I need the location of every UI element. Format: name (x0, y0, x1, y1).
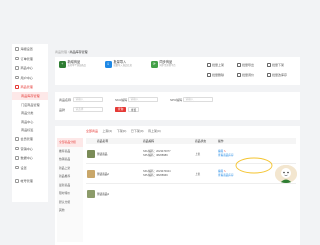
batch-stock-button[interactable]: 批量改库存 (267, 73, 287, 77)
goods-image (87, 190, 95, 198)
table-row: 测试商品3 (86, 184, 296, 204)
sidebar-item[interactable]: 营销中心 (12, 144, 48, 154)
sidebar-item[interactable]: 设置 (12, 163, 48, 173)
sync-goods-tool[interactable]: ⟳ 同步商品 同步至其他平台 (151, 60, 176, 68)
sidebar-item[interactable]: 会员管理 (12, 134, 48, 144)
sidebar-subitem[interactable]: 商品分类 (12, 109, 48, 118)
batch-off-shelf-button[interactable]: 批量下架 (267, 63, 284, 67)
marketing-icon (15, 146, 19, 150)
view-stock-link[interactable]: 查看商品库存 (218, 174, 234, 178)
sidebar-item[interactable]: 海报设置 (12, 44, 48, 54)
query-button[interactable]: 查询 (115, 107, 126, 112)
group-item[interactable]: 新品上架 (57, 164, 83, 173)
goods-manage-icon (15, 85, 19, 89)
settings-icon (15, 165, 19, 169)
pen-icon[interactable]: ✎ (224, 150, 226, 153)
sku-code-input[interactable]: 请输入 (128, 97, 158, 102)
batch-on-shelf-button[interactable]: 批量上架 (207, 63, 224, 67)
group-item[interactable]: 最新商品 (57, 181, 83, 190)
add-goods-tool[interactable]: + 新增商品 支持单个添加商品 (59, 60, 86, 68)
tab-off-shelf[interactable]: 下架(0) (117, 129, 127, 133)
plus-icon: + (59, 61, 66, 68)
tab-removed[interactable]: 已下架(0) (131, 129, 144, 133)
avatar-image (275, 165, 297, 183)
spu-code-input[interactable]: 请输入 (183, 97, 213, 102)
group-item[interactable]: 其他 (57, 206, 83, 215)
sidebar-item[interactable]: 帐号管理 (12, 176, 48, 186)
group-list: 全部商品分组 推荐商品 热销商品 新品上架 新品推荐 最新商品 限时特价 默认分… (57, 138, 83, 242)
off-shelf-icon (267, 63, 271, 67)
group-item[interactable]: 推荐商品 (57, 147, 83, 156)
import-icon: ⇩ (105, 61, 112, 68)
goods-list-card: 全部商品 上架(2) 下架(0) 已下架(0) 待上架(0) 全部商品分组 推荐… (55, 126, 300, 245)
edit-link[interactable]: 编辑 (218, 150, 223, 153)
main-content: 商品管理 / 商品库存管理 + 新增商品 支持单个添加商品 ⇩ 批量导入 批量导入商… (55, 44, 300, 245)
sidebar-item[interactable]: 数据中心 (12, 153, 48, 163)
order-icon (15, 56, 19, 60)
brand-select[interactable]: 请选择 (73, 107, 103, 112)
data-icon (15, 156, 19, 160)
goods-image (87, 149, 95, 158)
view-stock-link[interactable]: 查看商品库存 (218, 154, 234, 158)
group-item[interactable]: 新品推荐 (57, 172, 83, 181)
sidebar: 海报设置 订单管理 商品中心 用户中心 商品管理 商品库存管理 门店商品管理 商… (12, 44, 48, 202)
batch-export-button[interactable]: 批量导出 (237, 63, 254, 67)
sidebar-item[interactable]: 商品中心 (12, 63, 48, 73)
batch-price-button[interactable]: 批量调价 (237, 73, 254, 77)
stock-icon (267, 73, 271, 77)
member-icon (15, 137, 19, 141)
breadcrumb: 商品管理 / 商品库存管理 (55, 50, 88, 54)
user-icon (15, 75, 19, 79)
goods-image (87, 169, 95, 178)
tab-on-shelf[interactable]: 上架(2) (103, 129, 113, 133)
pen-icon[interactable]: ✎ (224, 170, 226, 173)
batch-delete-button[interactable]: 批量删除 (207, 73, 224, 77)
sidebar-subitem-stock[interactable]: 商品库存管理 (12, 91, 48, 100)
delete-icon (207, 73, 211, 77)
group-item[interactable]: 限时特价 (57, 189, 83, 198)
goods-icon (15, 66, 19, 70)
sidebar-item-goods-manage[interactable]: 商品管理 (12, 82, 48, 92)
sidebar-item[interactable]: 用户中心 (12, 73, 48, 83)
tab-all[interactable]: 全部商品 (86, 129, 98, 133)
sync-icon: ⟳ (151, 61, 158, 68)
shelf-icon (207, 63, 211, 67)
sidebar-subitem[interactable]: 商品标签 (12, 126, 48, 135)
goods-name-input[interactable]: 请输入 (73, 97, 103, 102)
menu-icon (15, 47, 19, 51)
tab-pending[interactable]: 待上架(0) (148, 129, 161, 133)
group-item[interactable]: 热销商品 (57, 155, 83, 164)
highlight-ellipse (235, 157, 273, 174)
group-item[interactable]: 全部商品分组 (57, 138, 83, 147)
sidebar-item[interactable]: 订单管理 (12, 54, 48, 64)
breadcrumb-parent[interactable]: 商品管理 (55, 50, 67, 54)
reset-button[interactable]: 重置 (128, 107, 139, 112)
avatar[interactable] (275, 165, 297, 183)
filter-card: 商品名称 请输入 SKU编码 请输入 SPU编码 请输入 品牌 请选择 查询 重… (55, 92, 300, 120)
sidebar-subitem[interactable]: 商品中心 (12, 117, 48, 126)
batch-import-tool[interactable]: ⇩ 批量导入 批量导入商品信息 (105, 60, 132, 68)
edit-link[interactable]: 编辑 (218, 170, 223, 173)
export-icon (237, 63, 241, 67)
sidebar-subitem[interactable]: 门店商品管理 (12, 100, 48, 109)
price-icon (237, 73, 241, 77)
group-item[interactable]: 默认分组 (57, 198, 83, 207)
account-icon (15, 179, 19, 183)
status-tabs: 全部商品 上架(2) 下架(0) 已下架(0) 待上架(0) (86, 129, 165, 133)
tool-card: + 新增商品 支持单个添加商品 ⇩ 批量导入 批量导入商品信息 ⟳ 同步商品 同步至其… (55, 57, 300, 85)
breadcrumb-current: 商品库存管理 (69, 50, 88, 54)
